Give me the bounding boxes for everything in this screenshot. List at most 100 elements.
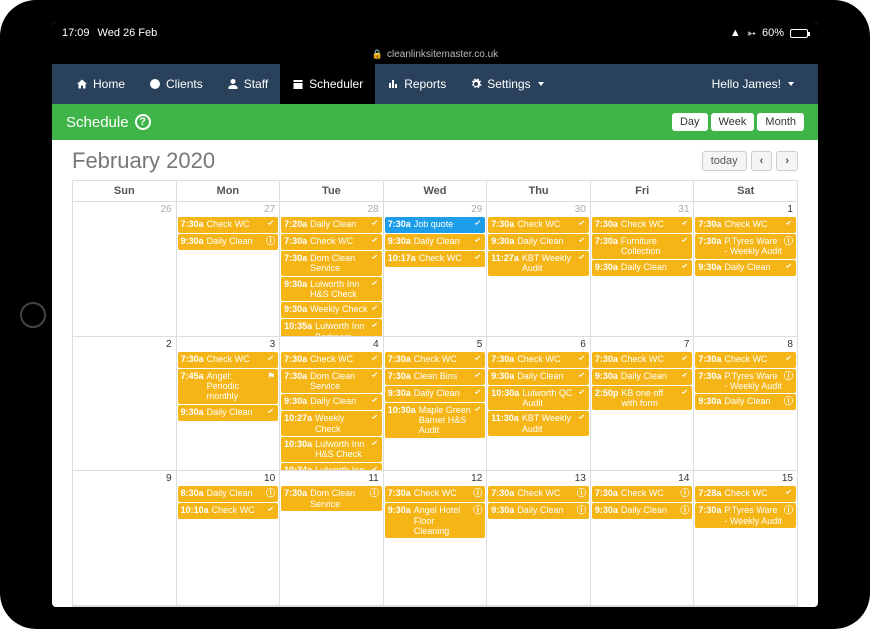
- event[interactable]: 9:30aDaily Clean: [488, 234, 589, 250]
- event[interactable]: 7:30aCheck WCⓘ: [385, 486, 486, 502]
- next-button[interactable]: ›: [776, 151, 798, 171]
- view-month[interactable]: Month: [757, 113, 804, 131]
- event[interactable]: 9:30aDaily Clean: [488, 369, 589, 385]
- day-cell[interactable]: 147:30aCheck WCⓘ9:30aDaily Cleanⓘ: [591, 471, 695, 606]
- event[interactable]: 9:30aDaily Clean: [695, 260, 796, 276]
- view-week[interactable]: Week: [711, 113, 755, 131]
- event[interactable]: 7:30aCheck WC: [178, 352, 279, 368]
- nav-clients[interactable]: Clients: [137, 64, 215, 104]
- event[interactable]: 9:30aDaily Clean: [592, 260, 693, 276]
- day-cell[interactable]: 277:30aCheck WC9:30aDaily Cleanⓘ: [177, 202, 281, 337]
- event-status-icon: [784, 262, 793, 273]
- day-cell[interactable]: 87:30aCheck WC7:30aP.Tyres Ware - Weekly…: [694, 337, 798, 472]
- event[interactable]: 7:30aP.Tyres Ware - Weekly Auditⓘ: [695, 234, 796, 259]
- event[interactable]: 7:30aFurniture Collection: [592, 234, 693, 259]
- day-cell[interactable]: 137:30aCheck WCⓘ9:30aDaily Cleanⓘ: [487, 471, 591, 606]
- event[interactable]: 7:30aCheck WCⓘ: [592, 486, 693, 502]
- event[interactable]: 7:30aCheck WC: [281, 234, 382, 250]
- day-cell[interactable]: 157:28aCheck WC7:30aP.Tyres Ware - Weekl…: [694, 471, 798, 606]
- event[interactable]: 11:27aKBT Weekly Audit: [488, 251, 589, 276]
- day-cell[interactable]: 2: [73, 337, 177, 472]
- event[interactable]: 7:30aDom Clean Serviceⓘ: [281, 486, 382, 511]
- event[interactable]: 10:27aWeekly Check: [281, 411, 382, 436]
- event[interactable]: 10:34aLulworth Inn Bedroom Check: [281, 463, 382, 472]
- event[interactable]: 7:30aCheck WC: [592, 352, 693, 368]
- event[interactable]: 7:30aCheck WC: [488, 352, 589, 368]
- event[interactable]: 9:30aDaily Clean: [385, 234, 486, 250]
- event[interactable]: 7:20aDaily Clean: [281, 217, 382, 233]
- day-cell[interactable]: 287:20aDaily Clean7:30aCheck WC7:30aDom …: [280, 202, 384, 337]
- event[interactable]: 7:30aDom Clean Service: [281, 251, 382, 276]
- event[interactable]: 7:30aCheck WC: [488, 217, 589, 233]
- event[interactable]: 7:30aDom Clean Service: [281, 369, 382, 394]
- event-title: Dom Clean Service: [310, 488, 368, 509]
- event[interactable]: 7:30aJob quote: [385, 217, 486, 233]
- event[interactable]: 10:17aCheck WC: [385, 251, 486, 267]
- event[interactable]: 8:30aDaily Cleanⓘ: [178, 486, 279, 502]
- nav-home[interactable]: Home: [64, 64, 137, 104]
- event[interactable]: 7:30aClean Bins: [385, 369, 486, 385]
- event[interactable]: 10:30aMaple Green Barnet H&S Audit: [385, 403, 486, 438]
- event-title: Lulworth Inn H&S Check: [310, 279, 368, 300]
- event[interactable]: 9:30aDaily Clean: [178, 405, 279, 421]
- event[interactable]: 7:28aCheck WC: [695, 486, 796, 502]
- url-text: cleanlinksitemaster.co.uk: [387, 49, 498, 60]
- nav-staff[interactable]: Staff: [215, 64, 280, 104]
- day-cell[interactable]: 297:30aJob quote9:30aDaily Clean10:17aCh…: [384, 202, 488, 337]
- event[interactable]: 7:30aCheck WC: [695, 217, 796, 233]
- event[interactable]: 9:30aAngel Hotel Floor Cleaningⓘ: [385, 503, 486, 538]
- event[interactable]: 7:30aP.Tyres Ware - Weekly Auditⓘ: [695, 369, 796, 394]
- event[interactable]: 7:30aCheck WC: [385, 352, 486, 368]
- home-button[interactable]: [20, 302, 46, 328]
- event-time: 10:30a: [284, 439, 312, 449]
- event[interactable]: 10:10aCheck WC: [178, 503, 279, 519]
- event[interactable]: 10:30aLulworth Inn H&S Check: [281, 437, 382, 462]
- event[interactable]: 10:30aLulworth QC Audit: [488, 386, 589, 411]
- day-cell[interactable]: 47:30aCheck WC7:30aDom Clean Service9:30…: [280, 337, 384, 472]
- event[interactable]: 7:30aP.Tyres Ware - Weekly Auditⓘ: [695, 503, 796, 528]
- event-status-icon: [473, 371, 482, 382]
- prev-button[interactable]: ‹: [751, 151, 773, 171]
- today-button[interactable]: today: [702, 151, 747, 171]
- event[interactable]: 9:30aWeekly Check: [281, 302, 382, 318]
- event[interactable]: 9:30aDaily Clean: [281, 394, 382, 410]
- day-cell[interactable]: 317:30aCheck WC7:30aFurniture Collection…: [591, 202, 695, 337]
- nav-settings[interactable]: Settings: [458, 64, 555, 104]
- day-cell[interactable]: 17:30aCheck WC7:30aP.Tyres Ware - Weekly…: [694, 202, 798, 337]
- event[interactable]: 7:30aCheck WC: [178, 217, 279, 233]
- day-cell[interactable]: 117:30aDom Clean Serviceⓘ: [280, 471, 384, 606]
- day-cell[interactable]: 307:30aCheck WC9:30aDaily Clean11:27aKBT…: [487, 202, 591, 337]
- nav-reports[interactable]: Reports: [375, 64, 458, 104]
- event[interactable]: 7:30aCheck WC: [695, 352, 796, 368]
- event[interactable]: 9:30aDaily Clean: [385, 386, 486, 402]
- url-bar[interactable]: 🔒 cleanlinksitemaster.co.uk: [52, 44, 818, 64]
- event-status-icon: [473, 354, 482, 365]
- day-cell[interactable]: 67:30aCheck WC9:30aDaily Clean10:30aLulw…: [487, 337, 591, 472]
- view-day[interactable]: Day: [672, 113, 708, 131]
- help-icon[interactable]: ?: [135, 114, 151, 130]
- nav-scheduler[interactable]: Scheduler: [280, 64, 375, 104]
- event[interactable]: 9:30aDaily Clean: [592, 369, 693, 385]
- event[interactable]: 9:30aDaily Cleanⓘ: [592, 503, 693, 519]
- event[interactable]: 9:30aDaily Cleanⓘ: [695, 394, 796, 410]
- event[interactable]: 2:50pKB one off with form: [592, 386, 693, 411]
- day-cell[interactable]: 37:30aCheck WC7:45aAngel: Periodic month…: [177, 337, 281, 472]
- event-status-icon: ⓘ: [784, 371, 793, 381]
- day-cell[interactable]: 127:30aCheck WCⓘ9:30aAngel Hotel Floor C…: [384, 471, 488, 606]
- day-cell[interactable]: 26: [73, 202, 177, 337]
- event[interactable]: 9:30aLulworth Inn H&S Check: [281, 277, 382, 302]
- day-cell[interactable]: 57:30aCheck WC7:30aClean Bins9:30aDaily …: [384, 337, 488, 472]
- day-cell[interactable]: 108:30aDaily Cleanⓘ10:10aCheck WC: [177, 471, 281, 606]
- event[interactable]: 7:30aCheck WC: [281, 352, 382, 368]
- day-cell[interactable]: 9: [73, 471, 177, 606]
- event[interactable]: 10:35aLulworth Inn Bedroom Check: [281, 319, 382, 336]
- event-status-icon: ⓘ: [473, 488, 482, 498]
- event[interactable]: 11:30aKBT Weekly Audit: [488, 411, 589, 436]
- nav-greeting[interactable]: Hello James!: [700, 64, 806, 104]
- event[interactable]: 9:30aDaily Cleanⓘ: [488, 503, 589, 519]
- event[interactable]: 7:45aAngel: Periodic monthly⚑: [178, 369, 279, 404]
- event[interactable]: 9:30aDaily Cleanⓘ: [178, 234, 279, 250]
- day-cell[interactable]: 77:30aCheck WC9:30aDaily Clean2:50pKB on…: [591, 337, 695, 472]
- event[interactable]: 7:30aCheck WCⓘ: [488, 486, 589, 502]
- event[interactable]: 7:30aCheck WC: [592, 217, 693, 233]
